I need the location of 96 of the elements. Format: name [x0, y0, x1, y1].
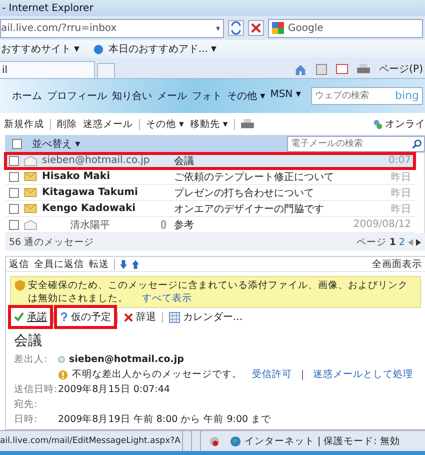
- calendar-icon: [169, 312, 180, 322]
- globe-icon: [230, 436, 242, 446]
- page-menu[interactable]: ページ(P): [379, 62, 423, 76]
- row-checkbox[interactable]: [9, 172, 19, 182]
- sender-name: Hisako Maki: [42, 171, 112, 182]
- online-status[interactable]: オンライ: [385, 117, 425, 131]
- toolbar-button[interactable]: 移動先 ▾: [190, 118, 228, 130]
- show-all-link[interactable]: すべて表示: [142, 293, 192, 304]
- page-link[interactable]: 2: [398, 236, 405, 248]
- toolbar-button[interactable]: 迷惑メール: [83, 118, 133, 130]
- nav-link[interactable]: 知り合い: [112, 89, 152, 103]
- contact-status-icon[interactable]: [372, 118, 383, 130]
- shield-icon: [15, 280, 25, 291]
- close-icon[interactable]: [248, 20, 264, 36]
- reply-action[interactable]: 転送: [89, 258, 109, 270]
- row-checkbox[interactable]: [9, 188, 19, 198]
- warning-text: 安全確保のため、このメッセージに含まれている添付ファイル、画像、およびリンクは無効にされました。 すべて表示: [28, 279, 409, 305]
- message-subject: プレゼンの打ち合わせについて: [174, 186, 315, 200]
- sender-name: Kitagawa Takumi: [42, 187, 139, 198]
- invite-button[interactable]: 辞退: [121, 308, 159, 326]
- sender-name: Kengo Kadowaki: [42, 203, 137, 214]
- message-row[interactable]: Kengo Kadowaki オンエアのデザイナーの門脇です 昨日: [5, 201, 415, 217]
- search-field[interactable]: Google: [268, 18, 423, 38]
- message-subject: オンエアのデザイナーの門脇です: [174, 202, 325, 216]
- field-label: 差出人:: [14, 353, 48, 366]
- message-date: 2009/08/12: [353, 219, 412, 230]
- window-title: - Internet Explorer: [2, 2, 94, 14]
- message-count: 56 通のメッセージ: [9, 236, 94, 248]
- sender-name: 清水陽平: [69, 218, 111, 232]
- message-subject: 会議: [174, 154, 195, 168]
- toolbar-button[interactable]: 新規作成: [4, 118, 44, 130]
- nav-link[interactable]: メール: [157, 89, 187, 103]
- toolbar-button[interactable]: その他 ▾: [146, 118, 184, 130]
- message-subject: ご依頼のテンプレート修正について: [174, 170, 335, 184]
- message-date: 昨日: [391, 186, 412, 200]
- toolbar-button[interactable]: 削除: [57, 118, 77, 130]
- search-engine-icon: [272, 22, 284, 34]
- message-row[interactable]: sieben@hotmail.co.jp 会議 0:07: [5, 153, 415, 169]
- security-zone: インターネット | 保護モード: 無効: [244, 434, 400, 448]
- message-date: 0:07: [388, 155, 412, 166]
- open-envelope-icon: [24, 220, 37, 230]
- invite-button[interactable]: カレンダー...: [166, 308, 246, 326]
- fullscreen-link[interactable]: 全画面表示: [372, 258, 422, 270]
- envelope-icon: [24, 188, 37, 197]
- question-mark-icon: [60, 312, 68, 322]
- message-date: 昨日: [391, 202, 412, 216]
- sender-name: sieben@hotmail.co.jp: [42, 155, 151, 166]
- next-page-icon[interactable]: [416, 238, 421, 246]
- page-link[interactable]: 1: [389, 236, 396, 248]
- row-checkbox[interactable]: [9, 204, 19, 214]
- print-icon[interactable]: [357, 64, 370, 74]
- refresh-icon[interactable]: [228, 20, 244, 36]
- reply-action[interactable]: 返信: [9, 258, 29, 270]
- message-subject-heading: 会議: [13, 332, 43, 350]
- open-envelope-icon: [24, 156, 37, 166]
- page-icon[interactable]: [93, 44, 104, 54]
- message-date: 昨日: [391, 170, 412, 184]
- privacy-icon: [209, 436, 220, 446]
- nav-link[interactable]: MSN ▾: [270, 89, 301, 103]
- field-label: 宛先:: [14, 398, 38, 411]
- attachment-icon: [161, 220, 166, 229]
- email-search-field[interactable]: 電子メールの検索: [287, 136, 425, 152]
- warning-icon: [58, 370, 68, 380]
- nav-link[interactable]: プロフィール: [47, 89, 107, 103]
- message-row[interactable]: Hisako Maki ご依頼のテンプレート修正について 昨日: [5, 169, 415, 185]
- nav-link[interactable]: フォト: [192, 89, 222, 103]
- field-label: 日時:: [14, 413, 38, 426]
- nav-link[interactable]: その他 ▾: [227, 89, 266, 103]
- down-arrow-icon[interactable]: [120, 260, 127, 268]
- notice-text: 不明な差出人からのメッセージです。: [72, 368, 242, 381]
- contact-icon: [58, 356, 65, 363]
- notice-link[interactable]: 迷惑メールとして処理: [313, 368, 413, 381]
- pager-label: ページ: [356, 236, 386, 248]
- browser-tab[interactable]: il: [0, 61, 95, 78]
- search-icon: [412, 139, 422, 149]
- message-subject: 参考: [174, 218, 195, 232]
- reply-action[interactable]: 全員に返信: [34, 258, 84, 270]
- sender-address: sieben@hotmail.co.jp: [69, 354, 184, 365]
- row-checkbox[interactable]: [9, 220, 19, 230]
- address-field[interactable]: ail.live.com/?rru=inbox ▾: [0, 18, 224, 38]
- up-arrow-icon[interactable]: [132, 260, 139, 268]
- select-all-checkbox[interactable]: [12, 139, 22, 149]
- home-icon[interactable]: [294, 62, 308, 76]
- message-row[interactable]: Kitagawa Takumi プレゼンの打ち合わせについて 昨日: [5, 185, 415, 201]
- row-checkbox[interactable]: [9, 156, 19, 166]
- sort-menu[interactable]: 並べ替え ▾: [32, 137, 80, 151]
- field-label: 送信日時:: [14, 383, 54, 396]
- field-value: 2009年8月15日 0:07:44: [58, 383, 170, 396]
- envelope-icon: [24, 204, 37, 213]
- notice-link[interactable]: 受信許可: [252, 368, 292, 381]
- field-value: 2009年8月19日 午前 8:00 から 午前 9:00 まで: [58, 413, 272, 426]
- envelope-icon: [24, 172, 37, 181]
- print-icon[interactable]: [240, 118, 254, 130]
- nav-link[interactable]: ホーム: [12, 89, 42, 103]
- cross-icon: [124, 312, 133, 322]
- check-icon: [14, 312, 24, 322]
